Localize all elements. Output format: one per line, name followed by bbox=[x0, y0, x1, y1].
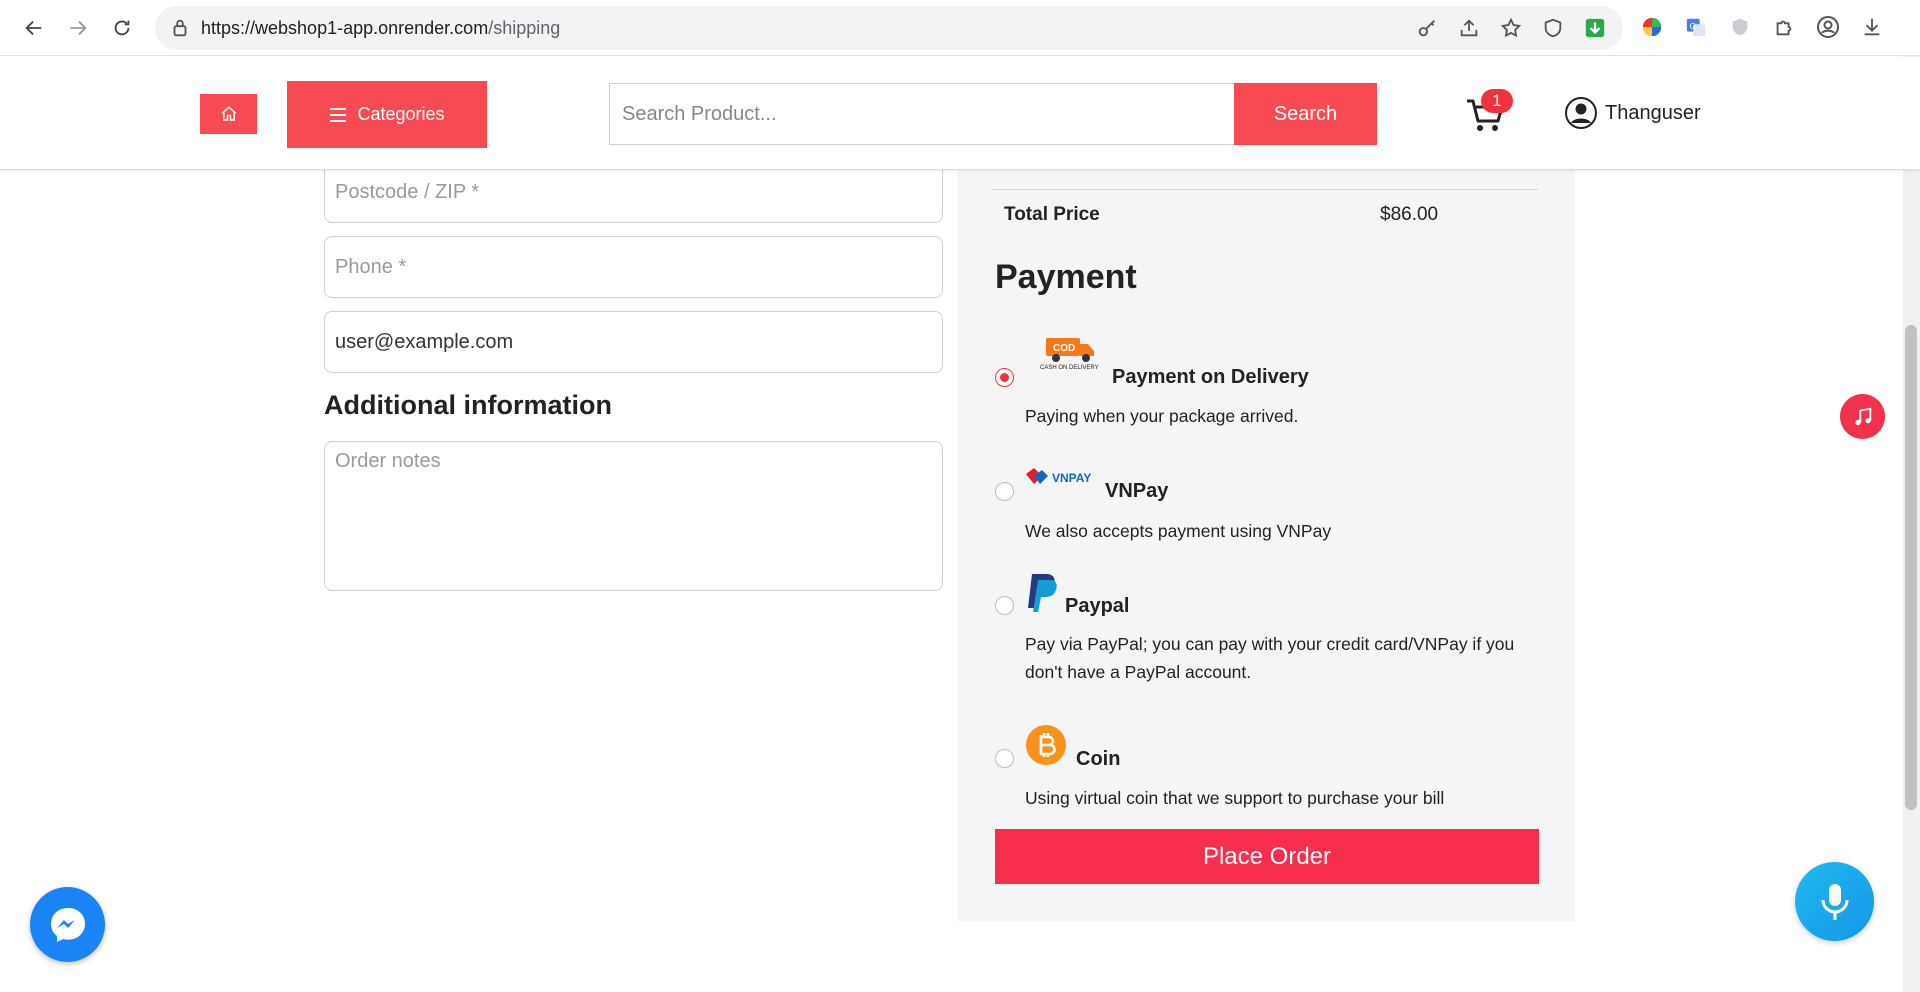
menu-icon bbox=[330, 107, 347, 122]
browser-toolbar: https://webshop1-app.onrender.com/shippi… bbox=[0, 0, 1920, 56]
vnpay-radio[interactable] bbox=[995, 482, 1014, 501]
coin-radio[interactable] bbox=[995, 749, 1014, 768]
address-bar[interactable]: https://webshop1-app.onrender.com/shippi… bbox=[155, 6, 1623, 50]
postcode-field[interactable] bbox=[324, 161, 943, 223]
url-text: https://webshop1-app.onrender.com/shippi… bbox=[201, 18, 560, 39]
puzzle-icon[interactable] bbox=[1772, 15, 1796, 39]
cash-on-delivery-logo: COD CASH ON DELIVERY bbox=[1040, 338, 1099, 371]
order-notes-field[interactable] bbox=[324, 441, 943, 591]
cod-logo-text: COD bbox=[1053, 343, 1075, 354]
star-icon[interactable] bbox=[1499, 16, 1523, 40]
additional-information-title: Additional information bbox=[324, 390, 612, 420]
vnpay-label: VNPay bbox=[1105, 480, 1169, 502]
row-divider bbox=[992, 189, 1538, 190]
reload-button[interactable] bbox=[106, 12, 138, 44]
svg-text:G: G bbox=[1690, 22, 1696, 31]
vnpay-desc: We also accepts payment using VNPay bbox=[1025, 521, 1332, 541]
email-field[interactable] bbox=[324, 311, 943, 373]
url-host: https://webshop1-app.onrender.com bbox=[201, 18, 489, 38]
payment-title: Payment bbox=[995, 258, 1137, 296]
payment-on-delivery-desc: Paying when your package arrived. bbox=[1025, 406, 1299, 426]
search-input[interactable] bbox=[609, 83, 1236, 145]
translate-extension-icon[interactable]: G bbox=[1684, 15, 1708, 39]
user-menu[interactable]: Thanguser bbox=[1565, 97, 1701, 129]
categories-label: Categories bbox=[357, 104, 445, 124]
paypal-logo bbox=[1028, 574, 1057, 612]
home-icon bbox=[221, 106, 236, 121]
paypal-label: Paypal bbox=[1065, 595, 1130, 617]
music-note-icon bbox=[1854, 407, 1871, 425]
voice-search-button[interactable] bbox=[1795, 862, 1874, 941]
phone-field[interactable] bbox=[324, 236, 943, 298]
coin-desc: Using virtual coin that we support to pu… bbox=[1025, 788, 1445, 808]
downloads-icon[interactable] bbox=[1860, 15, 1884, 39]
site-header: Categories Search 1 Thanguser bbox=[0, 57, 1920, 170]
vnpay-logo-text: VNPAY bbox=[1052, 471, 1091, 485]
messenger-icon bbox=[50, 907, 85, 942]
payment-on-delivery-label: Payment on Delivery bbox=[1112, 366, 1309, 388]
home-button[interactable] bbox=[200, 94, 257, 134]
paypal-radio[interactable] bbox=[995, 596, 1014, 615]
cod-logo-subtext: CASH ON DELIVERY bbox=[1040, 365, 1099, 371]
coin-label: Coin bbox=[1076, 748, 1121, 770]
messenger-chat-button[interactable] bbox=[30, 887, 105, 962]
music-button[interactable] bbox=[1840, 394, 1885, 439]
search-button[interactable]: Search bbox=[1234, 83, 1377, 145]
shield-icon[interactable] bbox=[1541, 16, 1565, 40]
username: Thanguser bbox=[1605, 101, 1701, 124]
user-avatar-icon bbox=[1565, 97, 1597, 129]
arrow-left-icon bbox=[25, 20, 42, 36]
profile-icon[interactable] bbox=[1816, 15, 1840, 39]
microphone-icon bbox=[1821, 883, 1848, 920]
share-icon[interactable] bbox=[1457, 16, 1481, 40]
payment-on-delivery-radio[interactable] bbox=[995, 368, 1014, 387]
bitcoin-logo bbox=[1026, 725, 1066, 765]
key-icon[interactable] bbox=[1415, 16, 1439, 40]
color-wheel-extension-icon[interactable] bbox=[1640, 15, 1664, 39]
lock-icon bbox=[173, 19, 187, 37]
cart-count-badge: 1 bbox=[1481, 89, 1513, 113]
download-ext-icon[interactable] bbox=[1583, 16, 1607, 40]
back-button[interactable] bbox=[18, 12, 50, 44]
forward-button[interactable] bbox=[62, 12, 94, 44]
categories-button[interactable]: Categories bbox=[287, 81, 487, 148]
place-order-button[interactable]: Place Order bbox=[995, 829, 1539, 884]
scrollbar-thumb[interactable] bbox=[1905, 325, 1917, 810]
reload-icon bbox=[114, 20, 130, 36]
total-price-value: $86.00 bbox=[1380, 204, 1439, 225]
paypal-desc: Pay via PayPal; you can pay with your cr… bbox=[1025, 634, 1515, 682]
arrow-right-icon bbox=[70, 20, 87, 36]
privacy-extension-icon[interactable] bbox=[1728, 15, 1752, 39]
vnpay-logo: VNPAY bbox=[1026, 468, 1091, 485]
total-price-label: Total Price bbox=[1004, 204, 1100, 225]
url-path: /shipping bbox=[488, 18, 561, 38]
